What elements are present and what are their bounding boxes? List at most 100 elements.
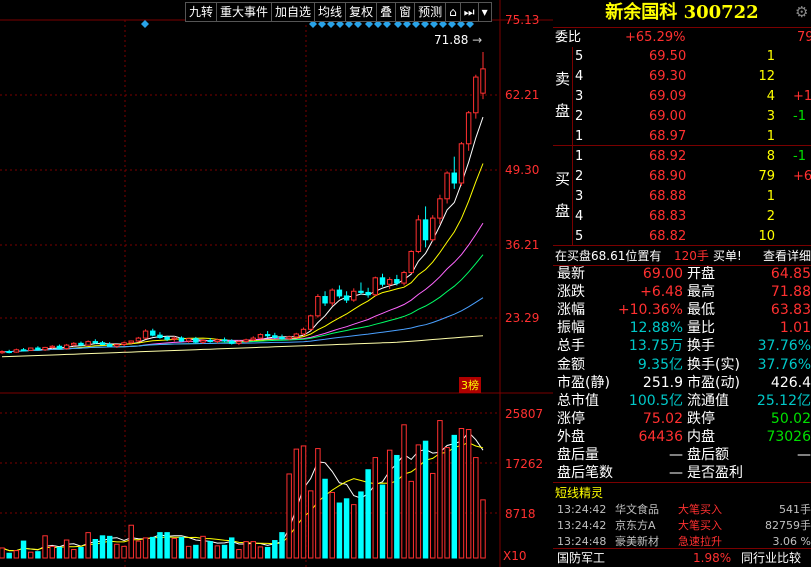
toolbar-button-6[interactable]: 窗 bbox=[395, 2, 415, 22]
stat-value: 13.75万 bbox=[628, 338, 683, 355]
toolbar-button-7[interactable]: 预测 bbox=[414, 2, 446, 22]
high-price-label: 71.88 bbox=[434, 33, 469, 47]
toolbar-button-3[interactable]: 均线 bbox=[314, 2, 346, 22]
volume-bar bbox=[236, 549, 242, 559]
stat-row: 振幅 12.88% 量比 1.01 bbox=[553, 319, 811, 337]
stock-title: 新余国科 300722 bbox=[553, 0, 811, 26]
ask-row[interactable]: 1 68.97 1 bbox=[553, 127, 811, 147]
candle bbox=[106, 342, 113, 347]
volume-bar bbox=[6, 552, 12, 559]
ma-line-20 bbox=[1, 222, 484, 353]
stat-label: 流通值 bbox=[687, 392, 729, 409]
bid-row[interactable]: 4 68.83 2 bbox=[553, 207, 811, 227]
stat-row: 最新 69.00 开盘 64.85 bbox=[553, 265, 811, 283]
order-price: 68.97 bbox=[649, 129, 687, 144]
ask-side-label: 盘 bbox=[555, 102, 571, 120]
volume-bar bbox=[128, 524, 134, 559]
order-volume: 10 bbox=[758, 229, 775, 244]
stat-value: 64.85 bbox=[770, 266, 811, 282]
candle bbox=[221, 337, 228, 343]
volume-tick-label: 25807 bbox=[505, 407, 543, 421]
candle bbox=[430, 215, 436, 242]
stat-value: 63.83 bbox=[770, 302, 811, 319]
toolbar-button-2[interactable]: 加自选 bbox=[271, 2, 315, 22]
buy-order-text: 在买盘68.61位置有 bbox=[555, 249, 662, 263]
candle bbox=[401, 270, 407, 286]
gear-icon[interactable]: ⚙ bbox=[795, 4, 811, 20]
stock-code: 300722 bbox=[683, 2, 759, 23]
ask-row[interactable]: 5 69.50 1 bbox=[553, 47, 811, 67]
sprite-action: 大笔买入 bbox=[678, 519, 722, 532]
stat-value: 69.00 bbox=[642, 266, 683, 282]
stat-row: 外盘 64436 内盘 73026 bbox=[553, 428, 811, 446]
candle bbox=[322, 291, 328, 306]
volume-bar bbox=[351, 504, 357, 559]
ask-row[interactable]: 3 69.09 4 +1 bbox=[553, 87, 811, 107]
level-number: 2 bbox=[575, 169, 584, 184]
buy-order-alert[interactable]: 在买盘68.61位置有 120手 买单! 查看详细 bbox=[553, 246, 811, 266]
volume-bar bbox=[322, 478, 328, 559]
stat-label: 涨停 bbox=[557, 410, 585, 427]
volume-bar bbox=[272, 540, 278, 559]
order-volume: 2 bbox=[766, 209, 775, 224]
level-number: 1 bbox=[575, 129, 584, 144]
candle bbox=[293, 332, 300, 339]
toolbar-button-8[interactable]: ⌂ bbox=[445, 2, 460, 22]
candle bbox=[99, 341, 106, 346]
stat-label: 换手 bbox=[687, 338, 715, 355]
ask-row[interactable]: 4 69.30 12 bbox=[553, 67, 811, 87]
volume-bar bbox=[92, 539, 99, 559]
sector-pct: 1.98% bbox=[693, 551, 732, 565]
order-price: 68.92 bbox=[649, 149, 687, 164]
rank-badge[interactable]: 3榜 bbox=[459, 377, 481, 393]
bid-row[interactable]: 1 68.92 8 -1 bbox=[553, 147, 811, 167]
candle bbox=[150, 328, 156, 337]
bid-row[interactable]: 5 68.82 10 bbox=[553, 227, 811, 247]
level-number: 2 bbox=[575, 109, 584, 124]
stat-label: 跌停 bbox=[687, 410, 715, 427]
volume-bar bbox=[193, 544, 199, 559]
candle bbox=[13, 348, 20, 353]
volume-bar bbox=[365, 469, 371, 559]
toolbar-button-1[interactable]: 重大事件 bbox=[216, 2, 272, 22]
volume-bar bbox=[372, 457, 379, 559]
stat-row: 金额 9.35亿 换手(实) 37.76% bbox=[553, 356, 811, 374]
panel-divider bbox=[553, 482, 811, 483]
candle bbox=[0, 350, 5, 354]
stat-label: 最高 bbox=[687, 284, 715, 301]
volume-tick-label: 17262 bbox=[505, 457, 543, 471]
ask-row[interactable]: 2 69.00 3 -1 bbox=[553, 107, 811, 127]
sector-name[interactable]: 国防军工 bbox=[557, 550, 605, 567]
toolbar-button-5[interactable]: 叠 bbox=[376, 2, 396, 22]
stat-label: 市盈(静) bbox=[557, 374, 610, 391]
sprite-value: 82759手 bbox=[765, 519, 811, 532]
order-volume: 1 bbox=[766, 49, 775, 64]
volume-bar bbox=[401, 424, 407, 559]
candle bbox=[358, 282, 364, 295]
bid-row[interactable]: 3 68.88 1 bbox=[553, 187, 811, 207]
volume-bar bbox=[437, 420, 443, 559]
toolbar-button-10[interactable]: ▾ bbox=[477, 2, 492, 22]
sector-footer: 国防军工 1.98% 同行业比较 bbox=[553, 550, 811, 567]
compare-link[interactable]: 同行业比较 bbox=[741, 550, 801, 567]
sprite-time: 13:24:42 bbox=[557, 519, 607, 532]
toolbar-button-9[interactable]: ⏭ bbox=[459, 2, 478, 22]
kline-chart[interactable]: 75.13 62.21 49.30 36.21 23.29 25807 17262 8718 X… bbox=[0, 0, 553, 567]
candle bbox=[178, 336, 185, 343]
stat-value: +10.36% bbox=[617, 302, 683, 319]
order-price: 69.30 bbox=[649, 69, 687, 84]
candle bbox=[351, 288, 357, 302]
candle bbox=[480, 52, 486, 100]
view-detail-link[interactable]: 查看详细 bbox=[763, 246, 811, 266]
volume-bar bbox=[300, 445, 307, 559]
order-volume: 8 bbox=[766, 149, 775, 164]
sprite-item[interactable]: 13:24:42 京东方A 大笔买入 82759手 bbox=[553, 518, 811, 534]
bid-row[interactable]: 2 68.90 79 +67 bbox=[553, 167, 811, 187]
toolbar-button-4[interactable]: 复权 bbox=[345, 2, 377, 22]
stat-value: 12.88% bbox=[629, 320, 683, 337]
high-price-marker: 71.88 → bbox=[434, 33, 483, 47]
sprite-item[interactable]: 13:24:42 华文食品 大笔买入 541手 bbox=[553, 502, 811, 518]
order-volume: 12 bbox=[758, 69, 775, 84]
volume-bar bbox=[71, 549, 77, 559]
toolbar-button-0[interactable]: 九转 bbox=[185, 2, 217, 22]
